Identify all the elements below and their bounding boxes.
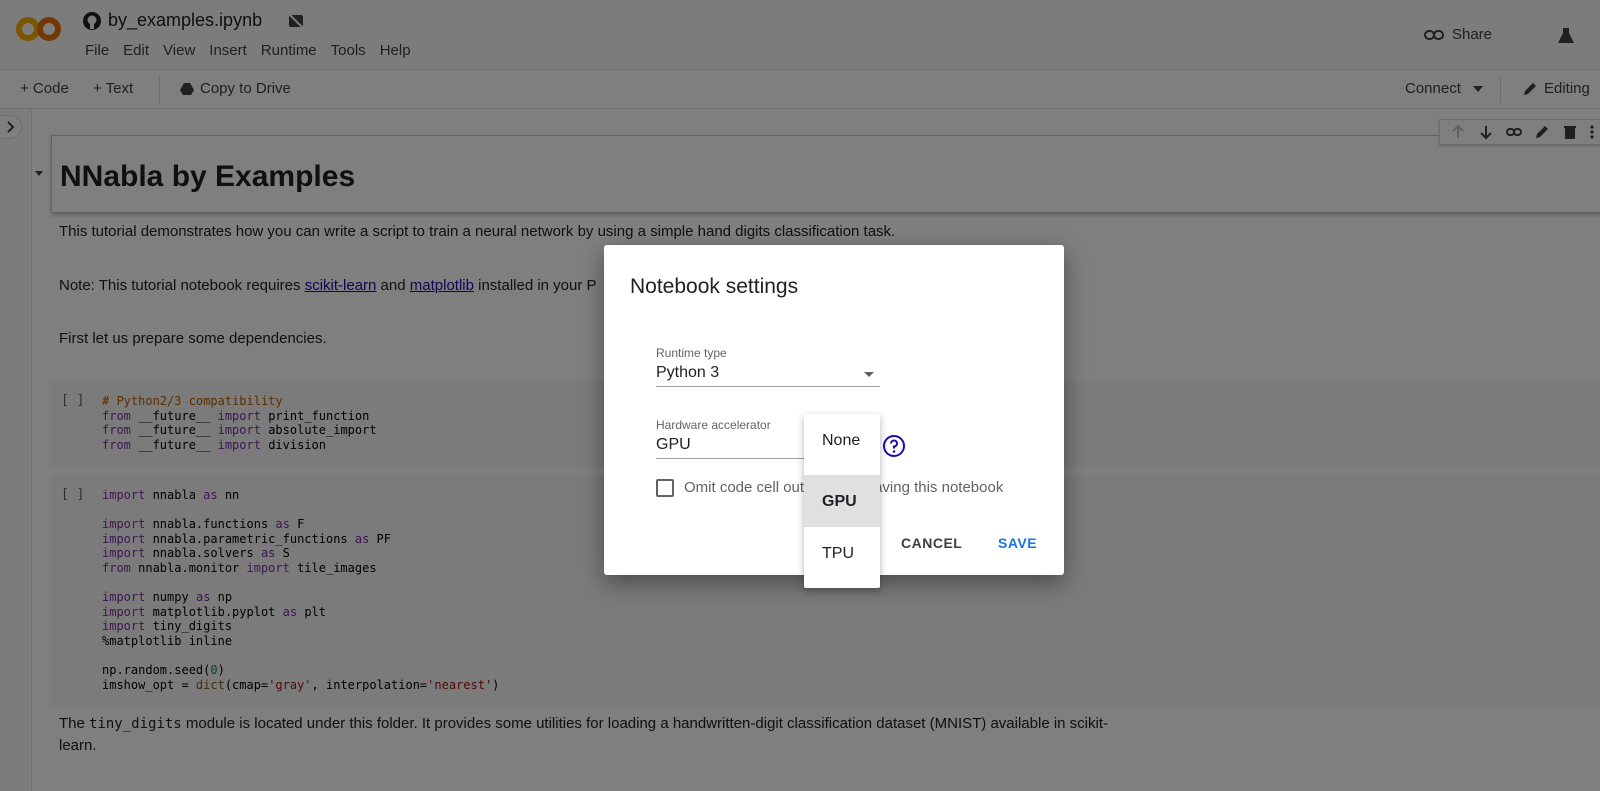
omit-output-label-right: aving this notebook xyxy=(874,479,1004,496)
dropdown-caret-icon xyxy=(864,372,874,377)
save-button[interactable]: SAVE xyxy=(998,535,1037,551)
runtime-type-label: Runtime type xyxy=(656,346,727,360)
hardware-accelerator-menu: None GPU TPU xyxy=(804,414,880,588)
option-gpu[interactable]: GPU xyxy=(804,475,880,527)
dialog-title: Notebook settings xyxy=(630,275,799,298)
runtime-type-select[interactable]: Python 3 xyxy=(656,361,880,387)
runtime-type-value: Python 3 xyxy=(656,364,720,381)
option-none[interactable]: None xyxy=(804,414,880,466)
cancel-button[interactable]: CANCEL xyxy=(901,535,962,551)
option-tpu[interactable]: TPU xyxy=(804,527,880,579)
hardware-accelerator-label: Hardware accelerator xyxy=(656,418,771,432)
omit-output-label-left: Omit code cell out xyxy=(684,479,805,496)
hardware-accelerator-value: GPU xyxy=(656,436,691,453)
help-icon[interactable] xyxy=(882,434,906,458)
omit-output-checkbox[interactable] xyxy=(656,479,674,497)
